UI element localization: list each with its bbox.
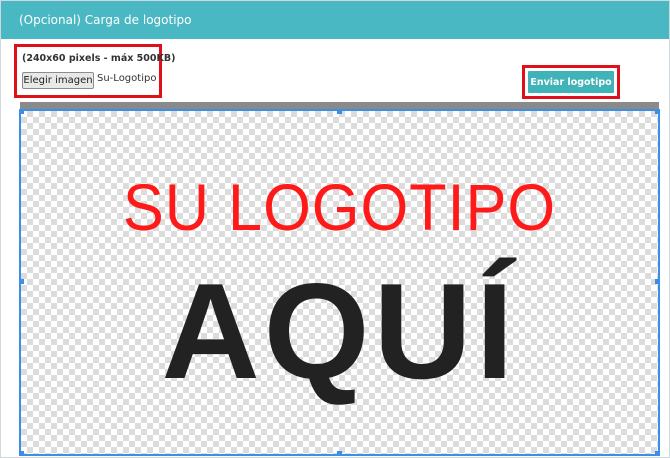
logo-upload-panel: (Opcional) Carga de logotipo (240x60 pix… [0, 0, 670, 458]
crop-handle-top-right[interactable] [655, 111, 658, 114]
selected-file-name: Su-Logotipo [97, 73, 157, 84]
logo-text-line2: AQUÍ [161, 255, 518, 407]
size-hint: (240x60 pixels - máx 500KB) [22, 53, 176, 64]
crop-handle-bottom-left[interactable] [21, 451, 24, 454]
crosshair-icon: + [341, 278, 350, 289]
crop-handle-right[interactable] [655, 279, 658, 284]
choose-image-button[interactable]: Elegir imagen [22, 72, 94, 89]
crop-handle-top[interactable] [337, 111, 342, 114]
send-logo-button[interactable]: Enviar logotipo [528, 71, 614, 93]
crop-handle-left[interactable] [21, 279, 24, 284]
send-logo-highlight: Enviar logotipo [522, 65, 620, 99]
logo-text-line1: SU LOGOTIPO [122, 170, 557, 244]
crop-handle-top-left[interactable] [21, 111, 24, 114]
panel-header: (Opcional) Carga de logotipo [1, 1, 669, 39]
crop-handle-bottom[interactable] [337, 451, 342, 454]
upload-controls-highlight: (240x60 pixels - máx 500KB) Elegir image… [14, 44, 175, 98]
crop-handle-bottom-right[interactable] [655, 451, 658, 454]
logo-crop-preview[interactable]: SU LOGOTIPO AQUÍ + [19, 109, 660, 456]
crop-toolbar-strip [20, 102, 659, 109]
